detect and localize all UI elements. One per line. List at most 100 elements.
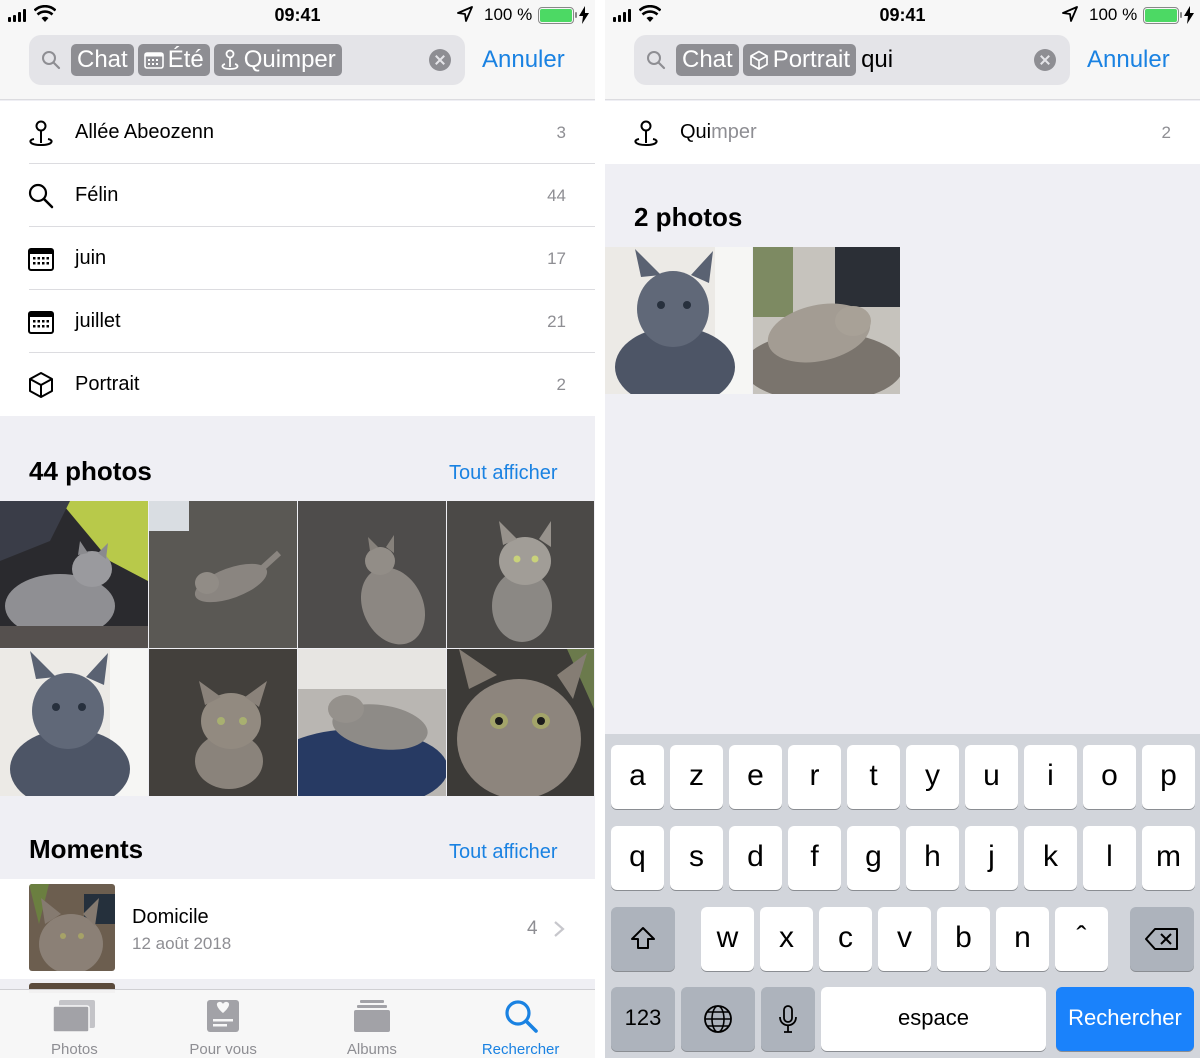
location-pin-icon [634, 120, 658, 147]
moment-thumbnail [29, 884, 115, 971]
suggestion-count: 17 [547, 249, 566, 268]
search-header: Chat Été Quimper Annuler [0, 30, 595, 100]
delete-key[interactable] [1130, 907, 1194, 971]
key-n[interactable]: n [996, 907, 1049, 971]
tab-label: Rechercher [481, 1041, 560, 1058]
photo-thumbnail[interactable] [298, 501, 446, 648]
search-field[interactable]: Chat Portrait qui [634, 35, 1070, 85]
search-return-key[interactable]: Rechercher [1056, 987, 1194, 1051]
key-a[interactable]: a [611, 745, 664, 809]
location-pin-icon [221, 49, 239, 70]
location-arrow-icon [1062, 6, 1078, 22]
search-typed-text[interactable]: qui [861, 44, 893, 76]
globe-key[interactable] [681, 987, 755, 1051]
key-u[interactable]: u [965, 745, 1018, 809]
key-z[interactable]: z [670, 745, 723, 809]
key-t[interactable]: t [847, 745, 900, 809]
suggestion-label-match: Qui [680, 121, 712, 143]
key-y[interactable]: y [906, 745, 959, 809]
suggestion-row[interactable]: Quimper 2 [605, 101, 1200, 164]
albums-icon [353, 1000, 390, 1032]
status-bar: 09:41 100 % [0, 0, 595, 30]
clear-search-button[interactable] [429, 49, 451, 71]
calendar-icon [28, 248, 54, 271]
shift-key[interactable] [611, 907, 675, 971]
suggestion-label-rest: mper [711, 121, 757, 143]
search-header: Chat Portrait qui Annuler [605, 30, 1200, 100]
suggestion-label: juin [75, 247, 107, 269]
key-c[interactable]: c [819, 907, 872, 971]
suggestion-row[interactable]: juin 17 [0, 227, 595, 290]
clear-search-button[interactable] [1034, 49, 1056, 71]
tab-albums[interactable]: Albums [298, 990, 447, 1058]
key-x[interactable]: x [760, 907, 813, 971]
key-g[interactable]: g [847, 826, 900, 890]
key-d[interactable]: d [729, 826, 782, 890]
search-token-ete[interactable]: Été [137, 44, 210, 76]
tab-search[interactable]: Rechercher [446, 990, 595, 1058]
tab-for-you[interactable]: Pour vous [149, 990, 298, 1058]
numbers-key[interactable]: 123 [611, 987, 675, 1051]
right-screen: 09:41 100 % Chat Portrait qui Annuler Qu… [605, 0, 1200, 1058]
photo-thumbnail[interactable] [0, 649, 148, 796]
key-h[interactable]: h [906, 826, 959, 890]
photo-thumbnail[interactable] [149, 501, 297, 648]
suggestion-row[interactable]: Portrait 2 [0, 353, 595, 416]
token-label: Chat [682, 46, 733, 73]
calendar-icon [28, 311, 54, 334]
photo-grid [605, 247, 900, 394]
suggestion-row[interactable]: Allée Abeozenn 3 [0, 101, 595, 164]
keyboard: a z e r t y u i o p q s d f g h j k l m [605, 734, 1200, 1058]
photo-thumbnail[interactable] [149, 649, 297, 796]
key-q[interactable]: q [611, 826, 664, 890]
moment-row[interactable]: Domicile 12 août 2018 4 [0, 879, 595, 979]
tab-photos[interactable]: Photos [0, 990, 149, 1058]
token-label: Quimper [243, 46, 336, 73]
battery-percent: 100 % [484, 5, 533, 24]
cancel-button[interactable]: Annuler [1087, 46, 1170, 74]
suggestion-row[interactable]: juillet 21 [0, 290, 595, 353]
photos-section-title: 2 photos [634, 202, 743, 232]
for-you-icon [207, 1000, 240, 1032]
key-e[interactable]: e [729, 745, 782, 809]
suggestion-row[interactable]: Félin 44 [0, 164, 595, 227]
key-w[interactable]: w [701, 907, 754, 971]
key-f[interactable]: f [788, 826, 841, 890]
photo-thumbnail[interactable] [0, 501, 148, 648]
suggestion-label: juillet [75, 310, 121, 332]
key-p[interactable]: p [1142, 745, 1195, 809]
photos-see-all-link[interactable]: Tout afficher [449, 462, 558, 485]
search-token-quimper[interactable]: Quimper [213, 44, 342, 76]
photo-thumbnail[interactable] [753, 247, 900, 394]
left-screen: 09:41 100 % Chat Été Quimper Annuler All… [0, 0, 595, 1058]
space-key[interactable]: espace [821, 987, 1046, 1051]
search-icon [28, 183, 54, 209]
moment-title: Domicile [132, 906, 209, 928]
photo-thumbnail[interactable] [447, 501, 594, 648]
search-token-portrait[interactable]: Portrait [742, 44, 857, 76]
key-circumflex[interactable]: ˆ [1055, 907, 1108, 971]
photo-thumbnail[interactable] [298, 649, 446, 796]
key-b[interactable]: b [937, 907, 990, 971]
key-k[interactable]: k [1024, 826, 1077, 890]
key-l[interactable]: l [1083, 826, 1136, 890]
key-m[interactable]: m [1142, 826, 1195, 890]
key-i[interactable]: i [1024, 745, 1077, 809]
key-v[interactable]: v [878, 907, 931, 971]
photo-thumbnail[interactable] [605, 247, 752, 394]
key-s[interactable]: s [670, 826, 723, 890]
key-j[interactable]: j [965, 826, 1018, 890]
photo-grid [0, 501, 595, 796]
photo-thumbnail[interactable] [447, 649, 594, 796]
key-o[interactable]: o [1083, 745, 1136, 809]
tab-label: Photos [51, 1041, 98, 1058]
battery-icon [538, 7, 577, 24]
cube-icon [29, 372, 53, 398]
moments-see-all-link[interactable]: Tout afficher [449, 841, 558, 864]
search-token-chat[interactable]: Chat [676, 44, 739, 76]
search-field[interactable]: Chat Été Quimper [29, 35, 465, 85]
dictation-key[interactable] [761, 987, 815, 1051]
key-r[interactable]: r [788, 745, 841, 809]
cancel-button[interactable]: Annuler [482, 46, 565, 74]
search-token-chat[interactable]: Chat [71, 44, 134, 76]
